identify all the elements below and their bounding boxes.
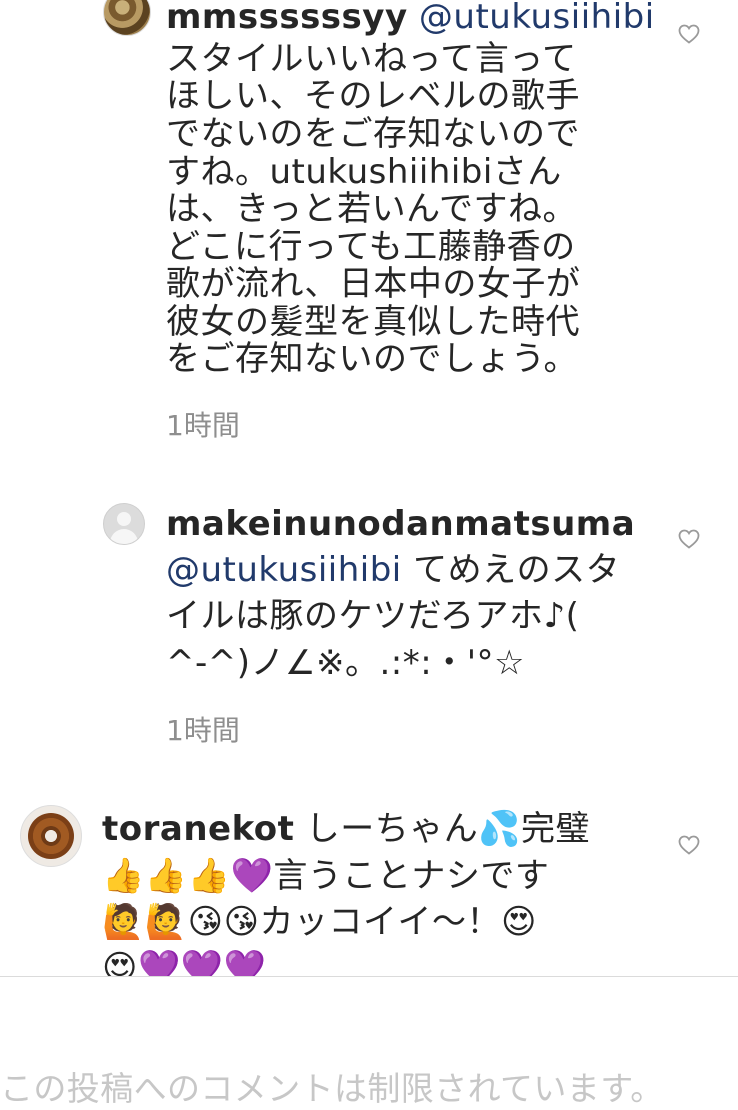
comment-body-line: 歌が流れ、日本中の女子が bbox=[166, 264, 581, 304]
comment-username[interactable]: makeinunodanmatsuma bbox=[166, 505, 635, 544]
comment-body-text: しーちゃん💦完璧 bbox=[294, 809, 591, 849]
heart-outline-icon[interactable] bbox=[677, 527, 701, 551]
comment-username[interactable]: mmssssssyy bbox=[166, 0, 408, 37]
avatar[interactable] bbox=[103, 503, 145, 545]
comment-body-line: すね。utukushiihibiさん bbox=[166, 152, 562, 192]
comment-body-line: は、きっと若いんですね。 bbox=[166, 189, 577, 229]
comments-list: mmssssssyy @utukusiihibi スタイルいいねって言って ほし… bbox=[0, 0, 738, 976]
comment-body-line: イルは豚のケツだろアホ♪( bbox=[166, 596, 580, 636]
heart-outline-icon[interactable] bbox=[677, 833, 701, 857]
comment-first-line: @utukusiihibi てめえのスタ bbox=[166, 550, 621, 590]
comment-body-text: てめえのスタ bbox=[401, 550, 621, 590]
comment-mention[interactable]: @utukusiihibi bbox=[166, 550, 402, 590]
comment-timestamp: 1時間 bbox=[166, 714, 240, 747]
comment-body-line: ^-^)ノ∠※。.:*:・'°☆ bbox=[166, 643, 526, 683]
comment-timestamp: 1時間 bbox=[166, 409, 240, 442]
comment-body-line: どこに行っても工藤静香の bbox=[166, 227, 576, 267]
heart-outline-icon[interactable] bbox=[677, 22, 701, 46]
comment-body-line: スタイルいいねって言って bbox=[166, 39, 577, 79]
comment-body-line: 😍💜💜💜 bbox=[102, 948, 267, 976]
avatar[interactable] bbox=[20, 805, 82, 867]
comment-body-line: ほしい、そのレベルの歌手 bbox=[166, 76, 580, 116]
comment-username[interactable]: toranekot bbox=[102, 809, 294, 849]
avatar[interactable] bbox=[103, 0, 151, 36]
comment-body-line: をご存知ないのでしょう。 bbox=[166, 339, 578, 379]
comments-restricted-notice: この投稿へのコメントは制限されています。 bbox=[0, 1069, 664, 1108]
comment-body-line: でないのをご存知ないので bbox=[166, 114, 580, 154]
default-avatar-icon bbox=[117, 512, 131, 526]
comment-body-line: 🙋🙋😘😘カッコイイ〜！😍 bbox=[102, 902, 538, 942]
comment-body-line: 👍👍👍💜言うことナシです bbox=[102, 856, 550, 896]
donut-avatar-image bbox=[28, 813, 74, 859]
comment-first-line: toranekot しーちゃん💦完璧 bbox=[102, 809, 591, 849]
comment-first-line: mmssssssyy @utukusiihibi bbox=[166, 0, 655, 37]
comment-mention[interactable]: @utukusiihibi bbox=[419, 0, 655, 37]
comment-body-line: 彼女の髪型を真似した時代 bbox=[166, 302, 580, 342]
